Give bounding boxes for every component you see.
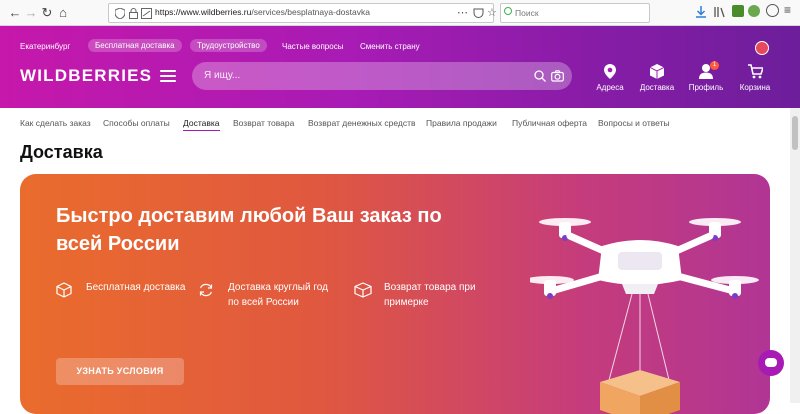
refresh-icon <box>199 283 213 297</box>
more-actions-icon[interactable]: ⋯ <box>457 6 468 19</box>
learn-conditions-button[interactable]: УЗНАТЬ УСЛОВИЯ <box>56 358 184 385</box>
permissions-icon[interactable] <box>141 8 152 19</box>
subnav-delivery[interactable]: Доставка <box>183 118 220 131</box>
download-icon[interactable] <box>696 6 706 18</box>
search-icon[interactable] <box>534 70 546 82</box>
browser-search[interactable]: Поиск <box>500 3 650 23</box>
scrollbar-thumb[interactable] <box>792 116 798 150</box>
delivery-button[interactable]: Доставка <box>632 64 682 92</box>
change-country-link[interactable]: Сменить страну <box>360 42 420 51</box>
subnav-sales-rules[interactable]: Правила продажи <box>426 118 497 128</box>
chat-button[interactable] <box>758 350 784 376</box>
profile-badge: 1 <box>710 61 719 70</box>
home-icon[interactable]: ⌂ <box>54 4 72 22</box>
menu-icon[interactable]: ≡ <box>784 3 791 17</box>
delivery-banner: Быстро доставим любой Ваш заказ по всей … <box>20 174 770 414</box>
url-path: /services/besplatnaya-dostavka <box>251 7 370 17</box>
chat-bubble-icon <box>765 358 777 367</box>
addresses-button[interactable]: Адреса <box>585 64 635 92</box>
url-text: https://www.wildberries.ru/services/besp… <box>155 7 370 17</box>
cart-button[interactable]: Корзина <box>730 64 780 92</box>
address-bar[interactable]: https://www.wildberries.ru/services/besp… <box>108 3 497 23</box>
banner-title: Быстро доставим любой Ваш заказ по всей … <box>56 205 442 255</box>
location-pin-icon <box>604 64 616 79</box>
browser-search-placeholder: Поиск <box>515 8 539 18</box>
addon-icon[interactable] <box>748 5 760 17</box>
bookmark-star-icon[interactable]: ☆ <box>487 6 497 19</box>
burger-menu-icon[interactable] <box>160 70 176 82</box>
logo[interactable]: WILDBERRIES <box>20 66 152 86</box>
feature-text: Бесплатная доставка <box>86 282 186 293</box>
drone-illustration <box>530 218 759 414</box>
url-host: https://www.wildberries.ru <box>155 7 252 17</box>
extension-icon[interactable] <box>732 5 744 17</box>
site-header: Екатеринбург Бесплатная доставка Трудоус… <box>0 26 800 108</box>
info-subnav: Как сделать заказ Способы оплаты Доставк… <box>0 108 790 138</box>
feature-text: Доставка круглый год по всей России <box>228 282 328 308</box>
page-title: Доставка <box>20 142 103 162</box>
jobs-link[interactable]: Трудоустройство <box>190 39 267 52</box>
search-engine-icon <box>504 7 512 15</box>
subnav-how-to-order[interactable]: Как сделать заказ <box>20 118 91 128</box>
free-delivery-link[interactable]: Бесплатная доставка <box>88 39 182 52</box>
browser-toolbar: ← → ↻ ⌂ https://www.wildberries.ru/servi… <box>0 0 800 26</box>
country-flag-icon[interactable] <box>755 41 769 55</box>
subnav-questions[interactable]: Вопросы и ответы <box>598 118 670 128</box>
delivery-label: Доставка <box>639 83 675 92</box>
box-icon <box>56 282 72 298</box>
drone-body <box>598 240 682 294</box>
subnav-refund[interactable]: Возврат денежных средств <box>308 118 416 128</box>
account-icon[interactable] <box>766 4 779 17</box>
profile-label: Профиль <box>688 83 724 92</box>
subnav-product-return[interactable]: Возврат товара <box>233 118 294 128</box>
subnav-payment-methods[interactable]: Способы оплаты <box>103 118 170 128</box>
faq-link[interactable]: Частые вопросы <box>282 42 343 51</box>
library-icon[interactable] <box>714 6 726 18</box>
subnav-public-offer[interactable]: Публичная оферта <box>512 118 587 128</box>
cart-label: Корзина <box>739 83 771 92</box>
shield-icon <box>115 8 125 19</box>
site-search-placeholder: Я ищу... <box>204 70 241 81</box>
cart-icon <box>747 64 763 79</box>
return-box-icon <box>354 282 372 298</box>
addresses-label: Адреса <box>596 83 624 92</box>
pocket-icon[interactable] <box>473 8 484 19</box>
camera-icon[interactable] <box>551 70 564 82</box>
feature-text: Возврат товара при примерке <box>384 282 476 308</box>
profile-button[interactable]: 1 Профиль <box>681 61 731 92</box>
page-scrollbar[interactable] <box>790 108 800 403</box>
site-search-input[interactable]: Я ищу... <box>192 62 572 90</box>
lock-icon <box>129 8 138 19</box>
city-link[interactable]: Екатеринбург <box>20 42 70 51</box>
delivery-box-icon <box>650 64 664 79</box>
